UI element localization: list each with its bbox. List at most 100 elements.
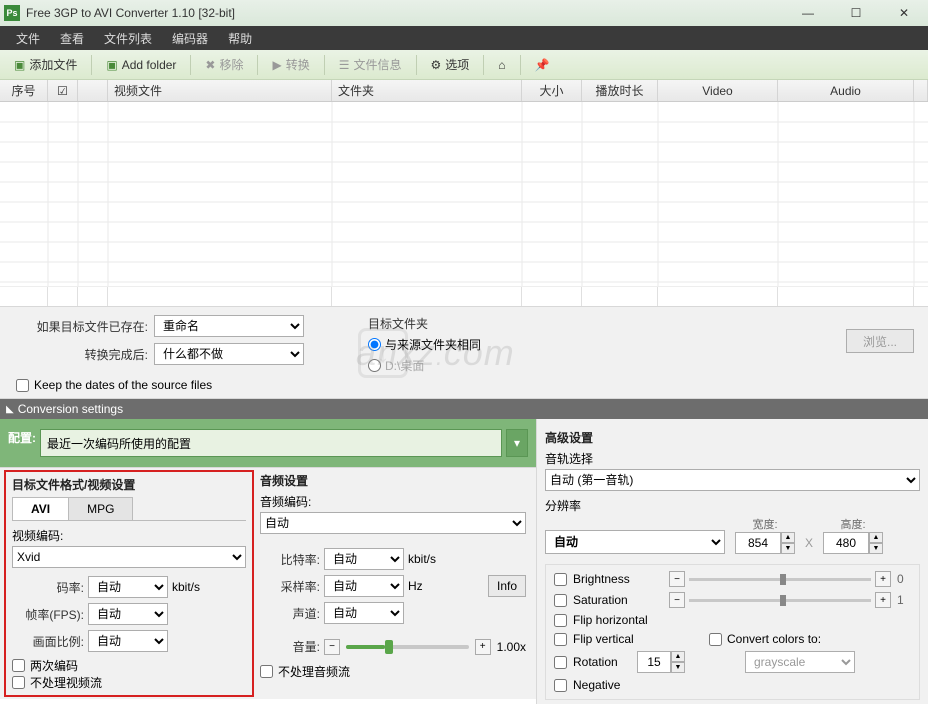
home-button[interactable]: ⌂ (490, 55, 513, 75)
height-up[interactable]: ▲ (869, 532, 883, 543)
col-audio[interactable]: Audio (778, 80, 914, 101)
audio-bitrate-label: 比特率: (260, 551, 320, 568)
keep-dates-label: Keep the dates of the source files (34, 378, 212, 392)
desktop-path-label: D:\桌面 (385, 357, 424, 374)
col-check[interactable]: ☑ (48, 80, 78, 101)
audio-panel-title: 音频设置 (260, 472, 526, 489)
aspect-label: 画面比例: (12, 633, 84, 650)
close-button[interactable]: ✕ (884, 3, 924, 23)
col-blank[interactable] (78, 80, 108, 101)
menu-file[interactable]: 文件 (6, 27, 50, 50)
flip-v-checkbox[interactable] (554, 633, 567, 646)
brightness-plus[interactable]: + (875, 571, 891, 587)
height-label: 高度: (840, 516, 865, 532)
video-codec-select[interactable]: Xvid (12, 546, 246, 568)
channel-select[interactable]: 自动 (324, 602, 404, 624)
grid-footer (0, 286, 928, 306)
remove-button[interactable]: ✖ 移除 (197, 53, 251, 76)
saturation-slider[interactable] (689, 599, 871, 602)
brightness-label: Brightness (573, 572, 663, 586)
col-extra[interactable] (914, 80, 928, 101)
config-label: 配置: (8, 429, 36, 457)
volume-label: 音量: (260, 638, 320, 655)
file-info-button[interactable]: ☰ 文件信息 (331, 53, 410, 76)
volume-slider[interactable] (346, 645, 469, 649)
same-as-source-radio[interactable] (368, 338, 381, 351)
menu-bar: 文件 查看 文件列表 编码器 帮助 (0, 26, 928, 50)
no-video-checkbox[interactable] (12, 676, 25, 689)
maximize-button[interactable]: ☐ (836, 3, 876, 23)
height-down[interactable]: ▼ (869, 543, 883, 554)
no-audio-checkbox[interactable] (260, 665, 273, 678)
config-select[interactable]: 最近一次编码所使用的配置 (40, 429, 502, 457)
brightness-minus[interactable]: − (669, 571, 685, 587)
saturation-label: Saturation (573, 593, 663, 607)
pin-button[interactable]: 📌 (527, 55, 558, 75)
brightness-slider[interactable] (689, 578, 871, 581)
file-grid-body[interactable] (0, 102, 928, 286)
two-pass-checkbox[interactable] (12, 659, 25, 672)
saturation-minus[interactable]: − (669, 592, 685, 608)
title-bar: Ps Free 3GP to AVI Converter 1.10 [32-bi… (0, 0, 928, 26)
flip-h-checkbox[interactable] (554, 614, 567, 627)
menu-help[interactable]: 帮助 (218, 27, 262, 50)
height-input[interactable] (823, 532, 869, 554)
add-files-button[interactable]: ▣ 添加文件 (6, 53, 85, 76)
rotation-down[interactable]: ▼ (671, 662, 685, 673)
sample-rate-select[interactable]: 自动 (324, 575, 404, 597)
rotation-input[interactable] (637, 651, 671, 673)
menu-filelist[interactable]: 文件列表 (94, 27, 162, 50)
custom-folder-radio[interactable] (368, 359, 381, 372)
if-exists-select[interactable]: 重命名 (154, 315, 304, 337)
tab-avi[interactable]: AVI (12, 497, 69, 520)
rotation-up[interactable]: ▲ (671, 651, 685, 662)
keep-dates-checkbox[interactable] (16, 379, 29, 392)
advanced-title: 高级设置 (545, 429, 920, 446)
width-up[interactable]: ▲ (781, 532, 795, 543)
video-bitrate-select[interactable]: 自动 (88, 576, 168, 598)
minimize-button[interactable]: ― (788, 3, 828, 23)
volume-minus-button[interactable]: − (324, 639, 340, 655)
saturation-plus[interactable]: + (875, 592, 891, 608)
negative-checkbox[interactable] (554, 679, 567, 692)
col-index[interactable]: 序号 (0, 80, 48, 101)
width-down[interactable]: ▼ (781, 543, 795, 554)
col-video[interactable]: Video (658, 80, 778, 101)
col-duration[interactable]: 播放时长 (582, 80, 658, 101)
conversion-settings-header[interactable]: Conversion settings (0, 399, 928, 419)
menu-encoder[interactable]: 编码器 (162, 27, 218, 50)
audio-codec-select[interactable]: 自动 (260, 512, 526, 534)
resolution-select[interactable]: 自动 (545, 530, 725, 554)
col-folder[interactable]: 文件夹 (332, 80, 522, 101)
aspect-select[interactable]: 自动 (88, 630, 168, 652)
video-codec-label: 视频编码: (12, 527, 246, 544)
track-select[interactable]: 自动 (第一音轨) (545, 469, 920, 491)
volume-plus-button[interactable]: + (475, 639, 491, 655)
rotation-checkbox[interactable] (554, 656, 567, 669)
width-input[interactable] (735, 532, 781, 554)
convert-button[interactable]: ▶ 转换 (264, 53, 317, 76)
grayscale-select[interactable]: grayscale (745, 651, 855, 673)
col-video-file[interactable]: 视频文件 (108, 80, 332, 101)
convert-colors-checkbox[interactable] (709, 633, 722, 646)
fps-select[interactable]: 自动 (88, 603, 168, 625)
col-size[interactable]: 大小 (522, 80, 582, 101)
convert-colors-label: Convert colors to: (727, 632, 821, 646)
add-folder-button[interactable]: ▣ Add folder (98, 55, 184, 75)
brightness-checkbox[interactable] (554, 573, 567, 586)
audio-bitrate-select[interactable]: 自动 (324, 548, 404, 570)
home-icon: ⌂ (498, 58, 505, 72)
saturation-checkbox[interactable] (554, 594, 567, 607)
options-button[interactable]: ⚙ 选项 (423, 53, 478, 76)
flip-v-label: Flip vertical (573, 632, 663, 646)
after-convert-label: 转换完成后: (18, 346, 148, 363)
tab-mpg[interactable]: MPG (68, 497, 133, 520)
rotation-label: Rotation (573, 655, 631, 669)
config-dropdown-button[interactable]: ▾ (506, 429, 528, 457)
file-grid-header: 序号 ☑ 视频文件 文件夹 大小 播放时长 Video Audio (0, 80, 928, 102)
audio-codec-label: 音频编码: (260, 493, 526, 510)
browse-button[interactable]: 浏览... (846, 329, 914, 353)
info-button[interactable]: Info (488, 575, 526, 597)
menu-view[interactable]: 查看 (50, 27, 94, 50)
after-convert-select[interactable]: 什么都不做 (154, 343, 304, 365)
